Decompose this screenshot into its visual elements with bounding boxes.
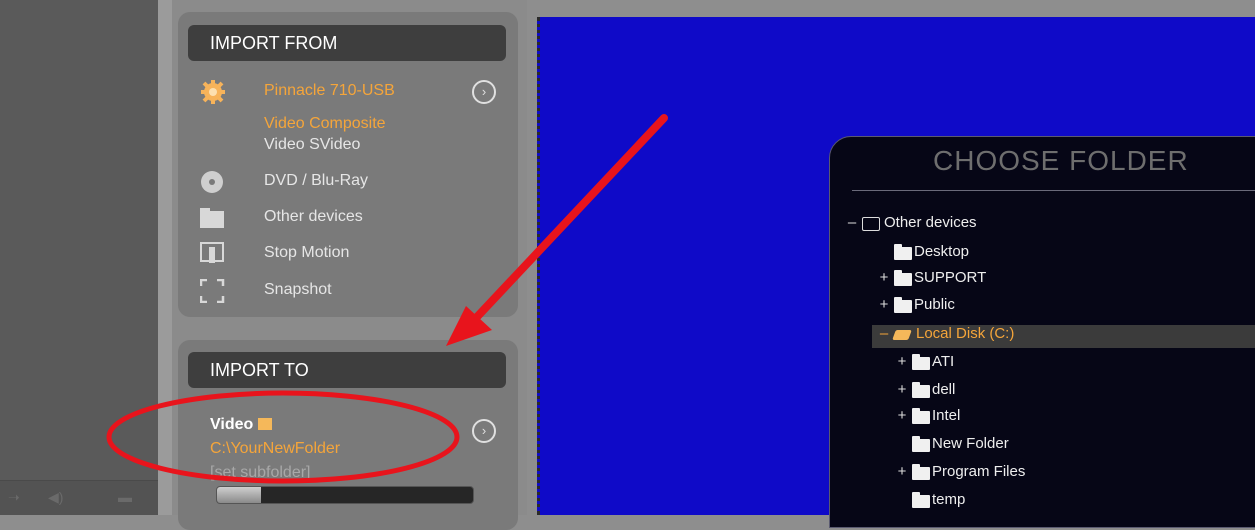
annotation-arrow-line (472, 114, 668, 322)
annotation-overlay (106, 114, 668, 484)
annotation-circle (106, 390, 460, 484)
